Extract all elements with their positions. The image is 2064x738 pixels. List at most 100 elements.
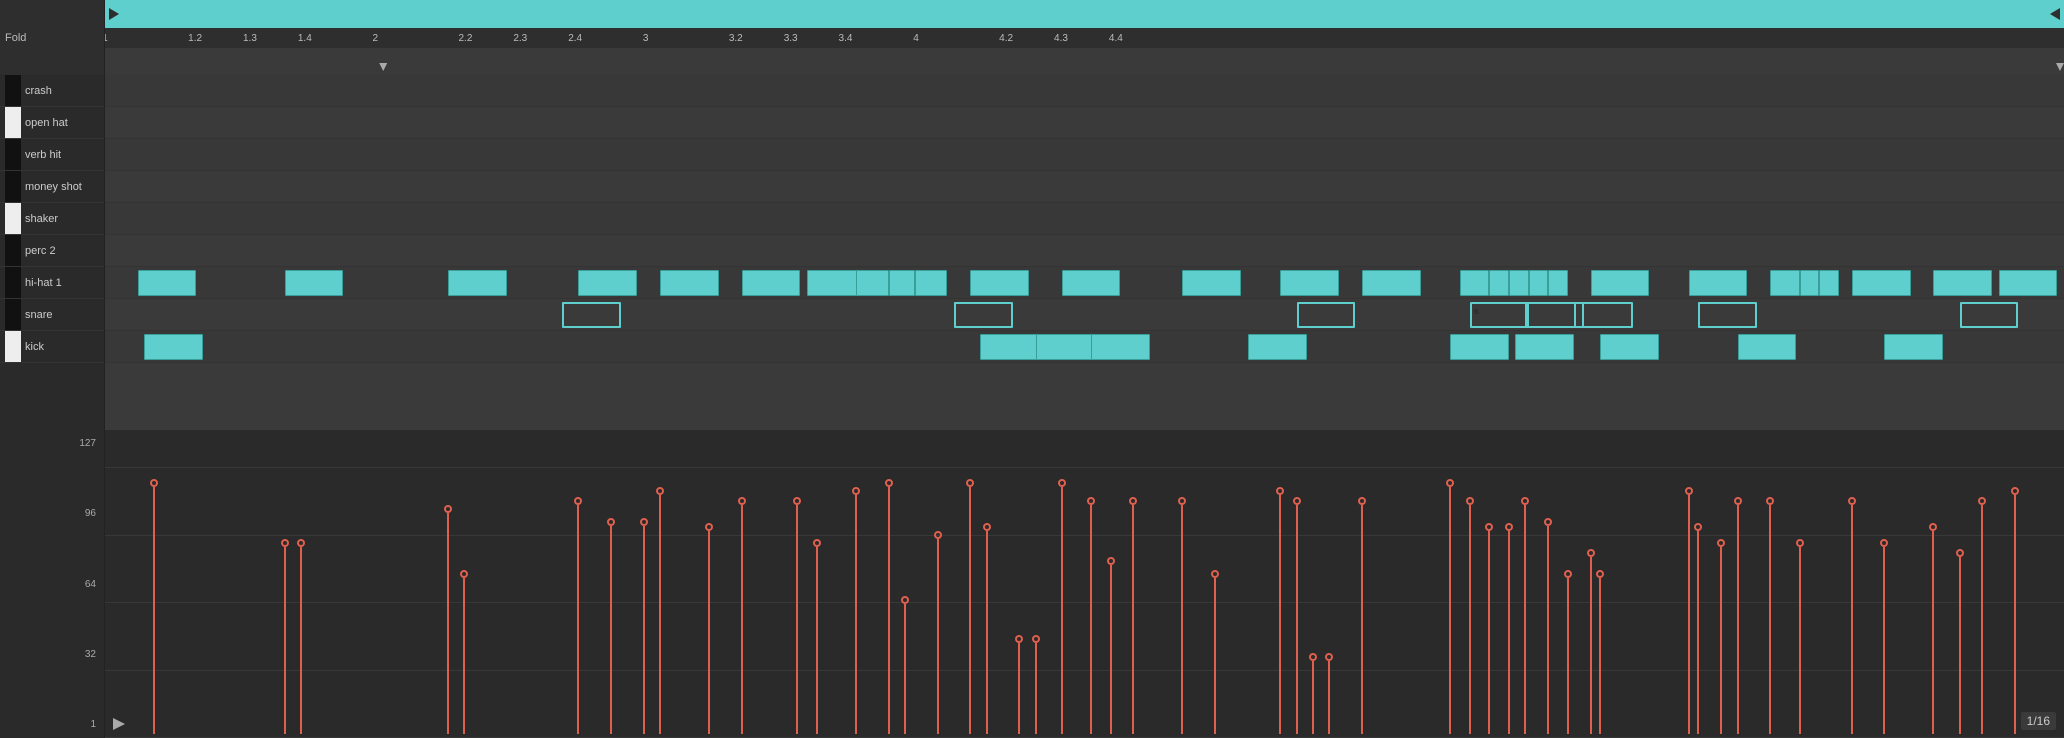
note-block[interactable]: [1800, 270, 1820, 296]
velocity-stem[interactable]: [1181, 505, 1183, 734]
velocity-stem[interactable]: [1799, 547, 1801, 734]
velocity-stem[interactable]: [1590, 557, 1592, 734]
velocity-stem[interactable]: [1932, 531, 1934, 734]
note-block[interactable]: [1489, 270, 1509, 296]
velocity-stem[interactable]: [643, 526, 645, 734]
velocity-stem[interactable]: [888, 487, 890, 734]
velocity-stem[interactable]: [1449, 487, 1451, 734]
note-block[interactable]: [138, 270, 197, 296]
velocity-stem[interactable]: [1508, 531, 1510, 734]
note-block[interactable]: [1182, 270, 1241, 296]
velocity-stem[interactable]: [1959, 557, 1961, 734]
note-block[interactable]: [1770, 270, 1799, 296]
velocity-stem[interactable]: [1312, 661, 1314, 734]
note-block[interactable]: [1509, 270, 1529, 296]
note-block[interactable]: [889, 270, 915, 296]
note-block[interactable]: [1548, 270, 1568, 296]
velocity-stem[interactable]: [855, 495, 857, 734]
track-row[interactable]: [105, 107, 2064, 139]
note-block[interactable]: [285, 270, 344, 296]
velocity-stem[interactable]: [1737, 505, 1739, 734]
note-block[interactable]: [1884, 334, 1943, 360]
note-block[interactable]: [1574, 302, 1633, 328]
velocity-stem[interactable]: [1547, 526, 1549, 734]
velocity-stem[interactable]: [1090, 505, 1092, 734]
velocity-stem[interactable]: [1214, 578, 1216, 734]
velocity-stem[interactable]: [904, 604, 906, 734]
note-block[interactable]: [1297, 302, 1356, 328]
velocity-stem[interactable]: [1110, 565, 1112, 734]
velocity-stem[interactable]: [969, 487, 971, 734]
note-block[interactable]: [1248, 334, 1307, 360]
note-block[interactable]: [562, 302, 621, 328]
velocity-stem[interactable]: [937, 539, 939, 734]
velocity-stem[interactable]: [1981, 505, 1983, 734]
velocity-stem[interactable]: [1720, 547, 1722, 734]
velocity-stem[interactable]: [2014, 495, 2016, 734]
play-button-bottom[interactable]: [113, 718, 125, 730]
note-block[interactable]: [1960, 302, 2019, 328]
note-block[interactable]: [1091, 334, 1150, 360]
note-block[interactable]: [915, 270, 948, 296]
velocity-stem[interactable]: [284, 547, 286, 734]
velocity-stem[interactable]: [300, 547, 302, 734]
note-block[interactable]: [1689, 270, 1748, 296]
velocity-stem[interactable]: [1279, 495, 1281, 734]
note-block[interactable]: [1698, 302, 1757, 328]
velocity-stem[interactable]: [1697, 531, 1699, 734]
note-block[interactable]: [1529, 270, 1549, 296]
velocity-stem[interactable]: [1851, 505, 1853, 734]
velocity-stem[interactable]: [1883, 547, 1885, 734]
velocity-stem[interactable]: [1132, 505, 1134, 734]
velocity-stem[interactable]: [577, 505, 579, 734]
velocity-stem[interactable]: [796, 505, 798, 734]
velocity-stem[interactable]: [1296, 505, 1298, 734]
velocity-stem[interactable]: [447, 513, 449, 734]
ruler-container[interactable]: 11.21.31.422.22.32.433.23.33.444.24.34.4: [105, 0, 2064, 75]
note-block[interactable]: [660, 270, 719, 296]
track-row[interactable]: [105, 267, 2064, 299]
track-content-area[interactable]: s: [105, 75, 2064, 363]
note-block[interactable]: [1999, 270, 2058, 296]
velocity-content[interactable]: 1/16: [105, 430, 2064, 738]
note-block[interactable]: [1450, 334, 1509, 360]
note-block[interactable]: [1362, 270, 1421, 296]
note-block[interactable]: [1062, 270, 1121, 296]
velocity-stem[interactable]: [986, 531, 988, 734]
velocity-stem[interactable]: [708, 531, 710, 734]
note-block[interactable]: [742, 270, 801, 296]
velocity-stem[interactable]: [1328, 661, 1330, 734]
note-block[interactable]: [144, 334, 203, 360]
velocity-stem[interactable]: [1769, 505, 1771, 734]
note-block[interactable]: [1591, 270, 1650, 296]
note-block[interactable]: [1515, 334, 1574, 360]
track-row[interactable]: [105, 203, 2064, 235]
note-block[interactable]: [1852, 270, 1911, 296]
velocity-stem[interactable]: [1599, 578, 1601, 734]
note-block[interactable]: [578, 270, 637, 296]
velocity-stem[interactable]: [463, 578, 465, 734]
track-row[interactable]: [105, 171, 2064, 203]
note-block[interactable]: [980, 334, 1039, 360]
velocity-stem[interactable]: [1361, 505, 1363, 734]
note-block[interactable]: [1738, 334, 1797, 360]
track-row[interactable]: [105, 75, 2064, 107]
velocity-stem[interactable]: [1018, 643, 1020, 734]
note-block[interactable]: [1460, 270, 1489, 296]
note-block[interactable]: [1036, 334, 1095, 360]
velocity-stem[interactable]: [659, 495, 661, 734]
track-row[interactable]: [105, 139, 2064, 171]
velocity-stem[interactable]: [1488, 531, 1490, 734]
velocity-stem[interactable]: [1035, 643, 1037, 734]
note-block[interactable]: [1819, 270, 1839, 296]
note-block[interactable]: [1933, 270, 1992, 296]
velocity-stem[interactable]: [1469, 505, 1471, 734]
velocity-stem[interactable]: [153, 487, 155, 734]
note-block[interactable]: [856, 270, 889, 296]
track-row[interactable]: s: [105, 299, 2064, 331]
note-block[interactable]: [1280, 270, 1339, 296]
note-block[interactable]: [970, 270, 1029, 296]
note-block[interactable]: [448, 270, 507, 296]
track-row[interactable]: [105, 331, 2064, 363]
note-block[interactable]: [1600, 334, 1659, 360]
